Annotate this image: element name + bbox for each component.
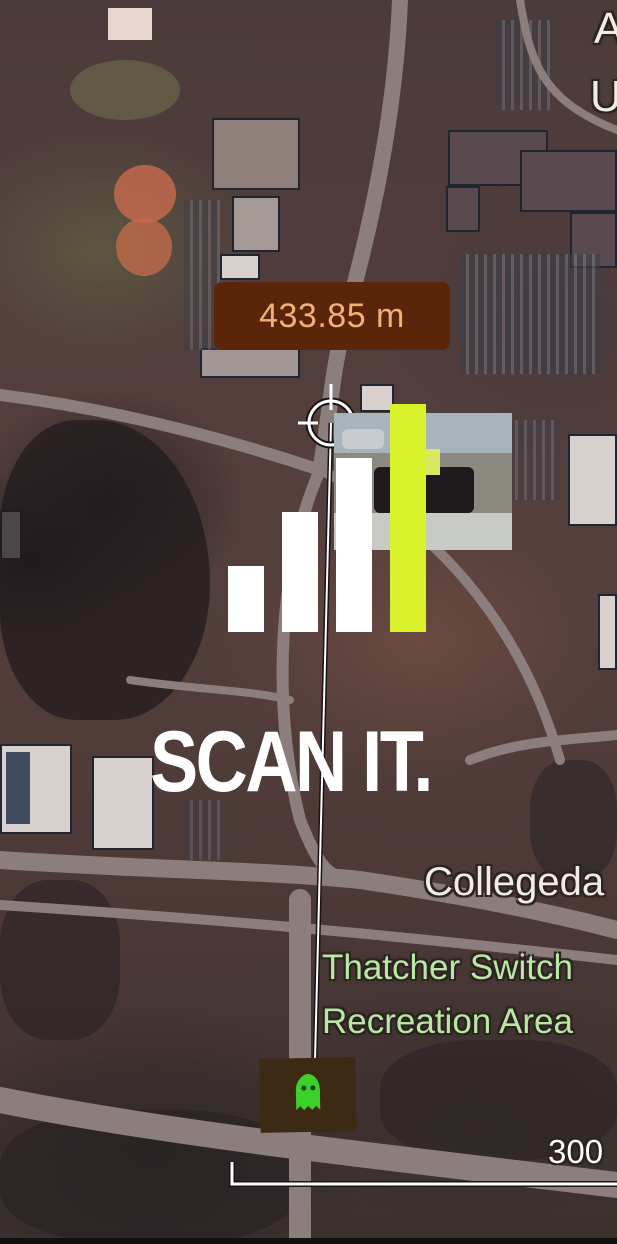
bottom-edge	[0, 1238, 617, 1244]
scale-label: 300	[548, 1133, 604, 1170]
map-view[interactable]: 433.85 m SCAN IT. A U Collegeda Thatcher…	[0, 0, 617, 1244]
scale-bar	[229, 1162, 617, 1187]
